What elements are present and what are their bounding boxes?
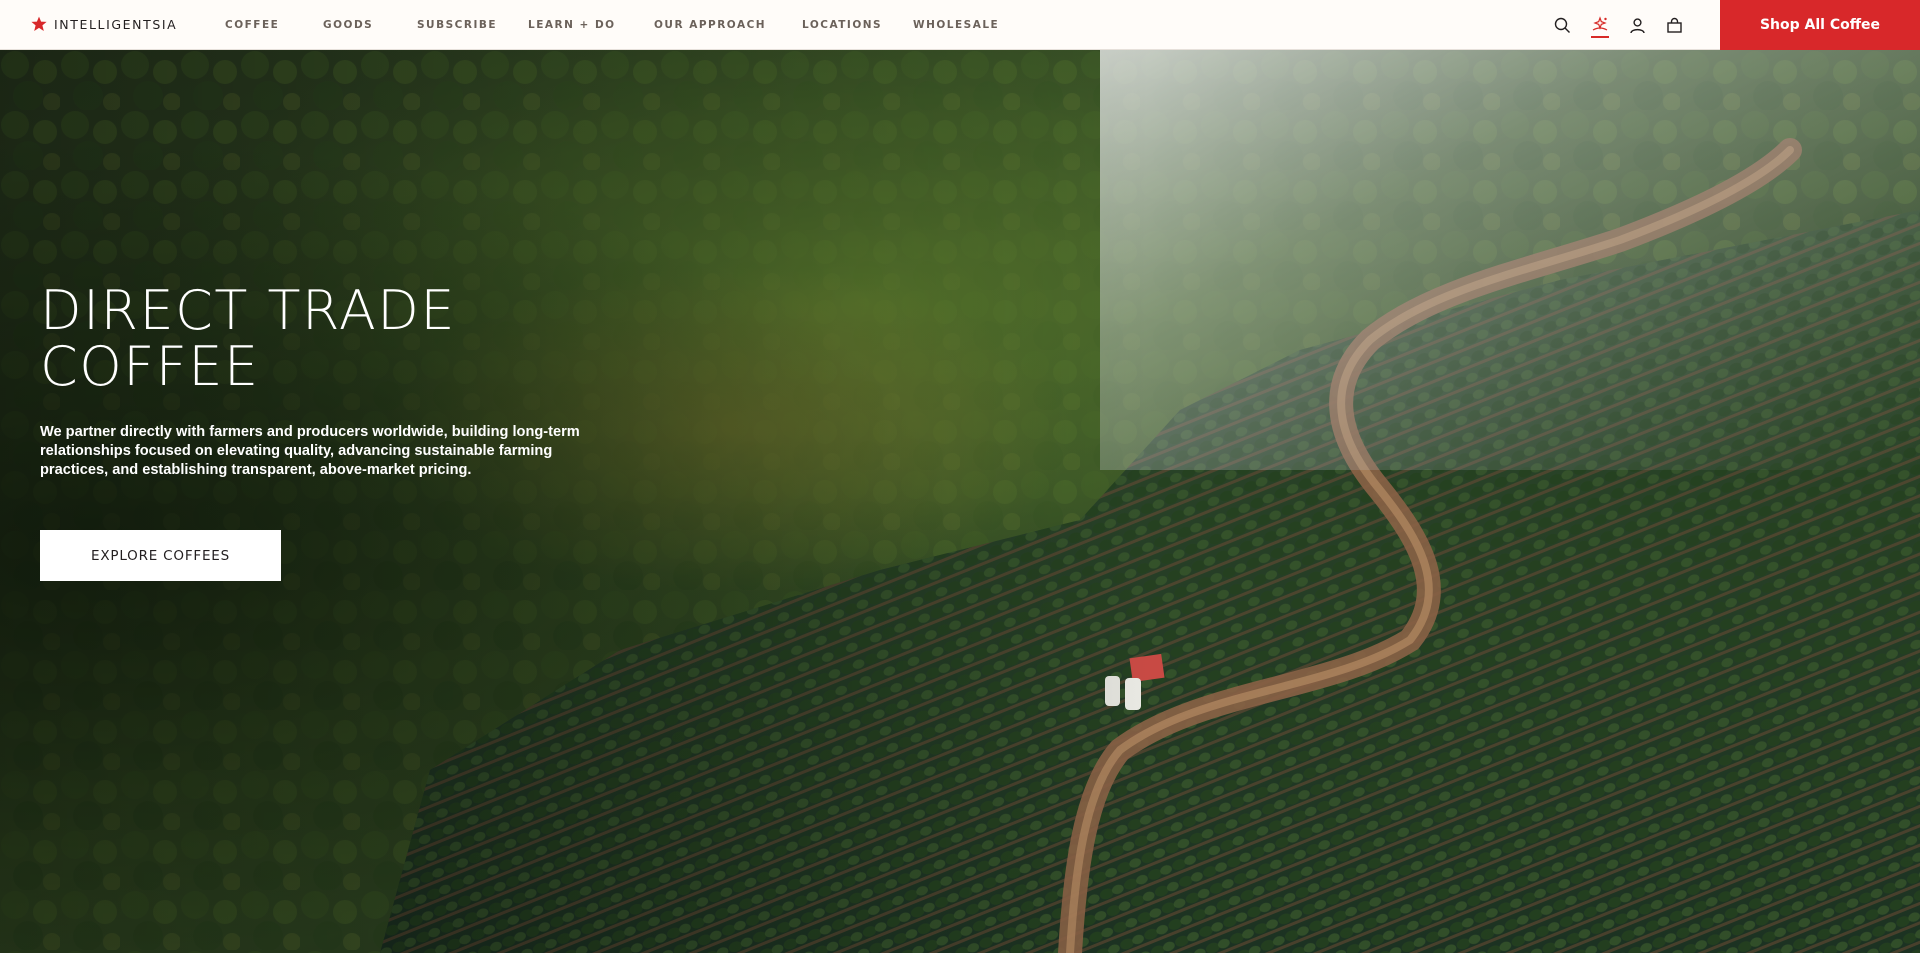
nav-item-coffee[interactable]: COFFEE	[225, 19, 279, 31]
cart-button[interactable]	[1663, 14, 1685, 36]
hero-section: DIRECT TRADE COFFEE We partner directly …	[0, 50, 1920, 953]
star-icon	[31, 16, 47, 31]
nav-item-wholesale[interactable]: WHOLESALE	[913, 19, 999, 31]
nav-item-learn-do[interactable]: LEARN + DO	[528, 19, 616, 31]
account-icon	[1629, 17, 1645, 33]
cart-icon	[1666, 17, 1682, 33]
nav-item-our-approach[interactable]: OUR APPROACH	[654, 19, 766, 31]
explore-coffees-button[interactable]: EXPLORE COFFEES	[40, 530, 281, 581]
nav-item-subscribe[interactable]: SUBSCRIBE	[417, 19, 497, 31]
site-header: INTELLIGENTSIA COFFEE GOODS SUBSCRIBE LE…	[0, 0, 1920, 50]
search-icon	[1554, 17, 1570, 33]
ai-assistant-icon	[1592, 16, 1608, 31]
nav-item-locations[interactable]: LOCATIONS	[802, 19, 882, 31]
search-button[interactable]	[1551, 14, 1573, 36]
account-button[interactable]	[1626, 14, 1648, 36]
ai-assistant-button[interactable]	[1589, 14, 1611, 38]
hero-title: DIRECT TRADE COFFEE	[40, 279, 456, 398]
active-indicator	[1591, 36, 1609, 38]
hero-overlay	[0, 50, 1920, 953]
nav-item-goods[interactable]: GOODS	[323, 19, 373, 31]
brand-name: INTELLIGENTSIA	[54, 16, 178, 32]
hero-description: We partner directly with farmers and pro…	[40, 424, 580, 478]
shop-all-coffee-button[interactable]: Shop All Coffee	[1720, 0, 1920, 50]
brand-logo[interactable]: INTELLIGENTSIA	[31, 16, 177, 32]
